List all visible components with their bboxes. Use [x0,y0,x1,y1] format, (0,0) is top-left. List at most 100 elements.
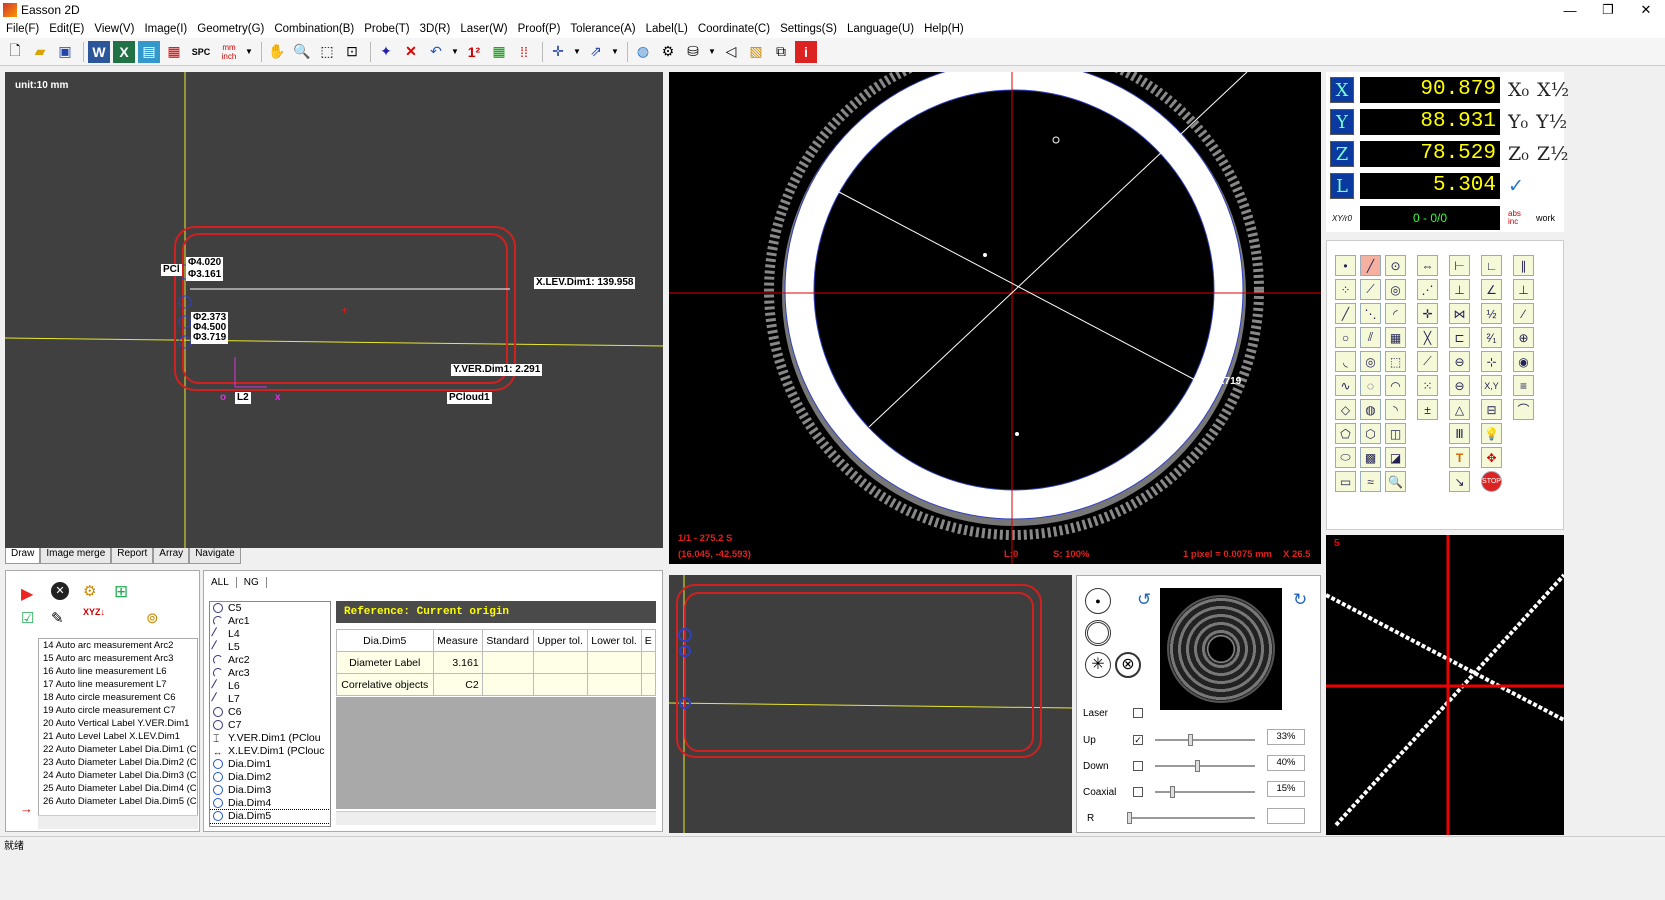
corner-arc-tool-icon[interactable]: ◝ [1385,399,1406,420]
tab-draw[interactable]: Draw [5,548,41,564]
vertical-dim-tool-icon[interactable]: ⊢ [1449,255,1470,276]
text-tool-icon[interactable]: T [1449,447,1470,468]
menu-coordinate[interactable]: Coordinate(C) [698,23,770,35]
object-item[interactable]: Arc1 [210,615,330,628]
save-icon[interactable]: ▣ [54,41,76,63]
dropdown-arrow-icon[interactable]: ▼ [244,41,254,63]
ring-scan-tool-icon[interactable]: ◍ [1360,399,1381,420]
program-step-list[interactable]: 14 Auto arc measurement Arc2 15 Auto arc… [38,638,198,818]
line-edit-tool-icon[interactable]: ╱ [1360,255,1381,276]
object-item[interactable]: Dia.Dim3 [210,784,330,797]
line-tool-icon[interactable]: ⟋ [1360,279,1381,300]
unit-toggle-button[interactable]: mm inch [217,41,241,63]
crosshair-icon[interactable]: ✛ [547,41,569,63]
down-light-checkbox[interactable] [1133,761,1143,771]
database-icon[interactable]: ⛁ [682,41,704,63]
lines-tool-icon[interactable]: ≡ [1513,375,1534,396]
object-item[interactable]: Dia.Dim4 [210,797,330,810]
dot-array-tool-icon[interactable]: ⁙ [1417,375,1438,396]
table-cell[interactable]: C2 [432,673,483,696]
multi-point-tool-icon[interactable]: ⁘ [1335,279,1356,300]
led-ring-diagram[interactable] [1160,588,1282,710]
down-light-slider[interactable] [1155,760,1255,772]
delete-icon[interactable]: ✕ [400,41,422,63]
object-item[interactable]: Dia.Dim1 [210,758,330,771]
stop-icon[interactable]: STOP [1481,471,1502,492]
menu-geometry[interactable]: Geometry(G) [197,23,264,35]
table-cell[interactable] [640,651,657,674]
y-half-button[interactable]: Y½ [1536,111,1567,133]
program-step[interactable]: 26 Auto Diameter Label Dia.Dim5 (C [39,795,197,808]
preview-view[interactable] [669,575,1072,833]
rhombus-tool-icon[interactable]: ◇ [1335,399,1356,420]
new-file-icon[interactable]: 🗋 [4,41,26,63]
program-step[interactable]: 16 Auto line measurement L6 [39,665,197,678]
object-item[interactable]: L5 [210,640,330,654]
down-light-percent[interactable]: 40% [1267,755,1305,771]
table-cell[interactable] [586,673,642,696]
origin-tool-icon[interactable]: ⊹ [1481,351,1502,372]
tab-ng[interactable]: NG [237,577,267,588]
grid-icon[interactable]: ▦ [488,41,510,63]
caliper-tool-icon[interactable]: Ⅲ [1449,423,1470,444]
probe-icon[interactable]: ◁ [720,41,742,63]
point-dist-tool-icon[interactable]: ⋰ [1417,279,1438,300]
table-cell[interactable] [481,673,534,696]
angle-tool-icon[interactable]: ∟ [1481,255,1502,276]
drawing-canvas[interactable]: + unit:10 mm PCl Φ4.020 Φ3.161 Φ2.373 Φ4… [5,72,663,548]
menu-probe[interactable]: Probe(T) [364,23,409,35]
move-tool-icon[interactable]: ✥ [1481,447,1502,468]
zoom-icon[interactable]: 🔍 [291,41,313,63]
minimize-button[interactable]: — [1551,0,1589,20]
box-scan-tool-icon[interactable]: ◫ [1385,423,1406,444]
numbering-icon[interactable]: 1² [463,41,485,63]
menu-tolerance[interactable]: Tolerance(A) [570,23,635,35]
distance-tool-icon[interactable]: ⇔ [1417,255,1438,276]
auto-select-icon[interactable]: ✦ [375,41,397,63]
menu-file[interactable]: File(F) [6,23,39,35]
object-item[interactable]: Dia.Dim2 [210,771,330,784]
angle-dim-tool-icon[interactable]: ∠ [1481,279,1502,300]
angle-1-2-tool-icon[interactable]: ½ [1481,303,1502,324]
line-scan-tool-icon[interactable]: ⫽ [1360,327,1381,348]
z-half-button[interactable]: Z½ [1537,143,1569,165]
export-icon[interactable]: ⇗ [585,41,607,63]
rotate-right-icon[interactable]: ↻ [1293,590,1307,610]
undo-dropdown-icon[interactable]: ▼ [450,41,460,63]
excel-export-icon[interactable]: X [113,40,135,63]
info-icon[interactable]: i [795,40,817,63]
height-tool-icon[interactable]: ⊥ [1449,279,1470,300]
segment-light-icon[interactable]: ✳ [1085,652,1111,678]
tab-report[interactable]: Report [111,548,154,564]
pcloud-label[interactable]: PCloud1 [447,392,492,404]
pdf-export-icon[interactable]: ▦ [163,41,185,63]
line-fit-tool-icon[interactable]: ╱ [1335,303,1356,324]
object-item[interactable]: C6 [210,706,330,719]
arc-scan-tool-icon[interactable]: ◠ [1385,375,1406,396]
symmetry-tool-icon[interactable]: ⋈ [1449,303,1470,324]
program-step[interactable]: 15 Auto arc measurement Arc3 [39,652,197,665]
camera-view[interactable]: Φ3.719 1/1 - 275.2 S (16.045, -42.593) L… [669,72,1321,564]
search-tool-icon[interactable]: 🔍 [1385,471,1406,492]
menu-language[interactable]: Language(U) [847,23,914,35]
program-step[interactable]: 23 Auto Diameter Label Dia.Dim2 (C [39,756,197,769]
menu-combination[interactable]: Combination(B) [274,23,354,35]
z-zero-button[interactable]: Z₀ [1508,143,1529,165]
program-step[interactable]: 24 Auto Diameter Label Dia.Dim3 (C [39,769,197,782]
menu-image[interactable]: Image(I) [144,23,187,35]
abs-inc-toggle[interactable]: abs inc [1508,210,1530,226]
run-program-icon[interactable]: ▶ [21,584,33,604]
square-scan-tool-icon[interactable]: ⬚ [1385,351,1406,372]
slant-tool-icon[interactable]: ∕ [1513,303,1534,324]
multi-ring-light-icon[interactable] [1085,620,1111,646]
coaxial-light-slider[interactable] [1155,786,1255,798]
curve-tool-icon[interactable]: ∿ [1335,375,1356,396]
undo-icon[interactable]: ↶ [425,41,447,63]
table-cell[interactable] [586,651,642,674]
program-step[interactable]: 21 Auto Level Label X.LEV.Dim1 [39,730,197,743]
zoom-window-icon[interactable]: ⊡ [341,41,363,63]
xy-tool-icon[interactable]: X,Y [1481,375,1502,396]
program-step[interactable]: 25 Auto Diameter Label Dia.Dim4 (C [39,782,197,795]
level-tool-icon[interactable]: ⊟ [1481,399,1502,420]
object-item[interactable]: L7 [210,692,330,706]
